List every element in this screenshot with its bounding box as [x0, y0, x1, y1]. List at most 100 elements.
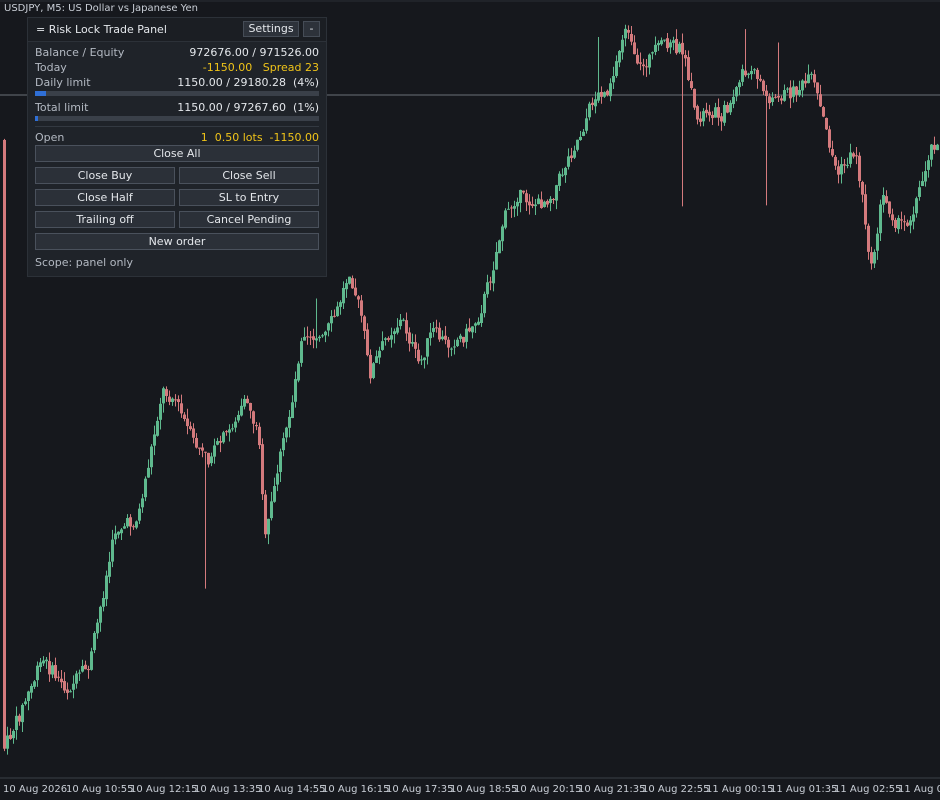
sl-to-entry-button[interactable]: SL to Entry — [179, 189, 319, 206]
daily-limit-progress — [35, 91, 319, 96]
candle-body — [858, 155, 861, 182]
candle-body — [69, 691, 72, 693]
time-label: 10 Aug 21:35 — [578, 784, 646, 795]
candle-body — [93, 632, 96, 651]
candle-body — [297, 363, 300, 381]
candle-body — [117, 531, 120, 535]
candle-body — [723, 104, 726, 123]
close-half-button[interactable]: Close Half — [35, 189, 175, 206]
scope-text: Scope: panel only — [35, 256, 133, 269]
candle-body — [75, 673, 78, 684]
candle-body — [528, 201, 531, 206]
candle-body — [159, 403, 162, 420]
time-label: 11 Aug 01:35 — [770, 784, 838, 795]
candle-body — [363, 316, 366, 331]
candle-body — [891, 214, 894, 221]
candle-body — [267, 518, 270, 535]
candle-body — [717, 107, 720, 118]
candle-body — [204, 451, 207, 453]
candle-body — [771, 97, 774, 102]
total-limit-row: Total limit 1150.00 / 97267.60 (1%) — [35, 101, 319, 115]
candle-body — [792, 86, 795, 97]
close-all-button[interactable]: Close All — [35, 145, 319, 162]
candle-body — [498, 240, 501, 254]
candle-body — [489, 281, 492, 283]
balance-row: Balance / Equity 972676.00 / 971526.00 — [35, 46, 319, 60]
candle-body — [777, 96, 780, 98]
close-buy-button[interactable]: Close Buy — [35, 167, 175, 184]
candle-body — [105, 575, 108, 600]
candle-body — [579, 136, 582, 141]
time-label: 10 Aug 22:55 — [642, 784, 710, 795]
candle-body — [120, 529, 123, 534]
time-label: 10 Aug 17:35 — [386, 784, 454, 795]
candle-body — [174, 399, 177, 401]
candle-body — [693, 88, 696, 108]
candle-body — [831, 149, 834, 156]
close-sell-button[interactable]: Close Sell — [179, 167, 319, 184]
candle-body — [867, 225, 870, 252]
candle-body — [765, 90, 768, 97]
candle-body — [864, 194, 867, 225]
candle-body — [657, 42, 660, 46]
balance-value: 972676.00 / 971526.00 — [189, 46, 319, 59]
candle-body — [525, 193, 528, 203]
candle-body — [453, 346, 456, 348]
total-limit-value: 1150.00 / 97267.60 (1%) — [177, 101, 319, 114]
candle-body — [405, 320, 408, 334]
candle-body — [510, 207, 513, 209]
candle-body — [153, 434, 156, 446]
candle-body — [102, 597, 105, 607]
candle-body — [177, 399, 180, 403]
candle-body — [912, 214, 915, 222]
candle-body — [645, 66, 648, 68]
candle-body — [456, 339, 459, 347]
candle-body — [522, 190, 525, 193]
candle-body — [624, 28, 627, 39]
candle-body — [420, 359, 423, 361]
candle-body — [459, 335, 462, 339]
total-limit-progress — [35, 116, 319, 121]
candle-body — [909, 220, 912, 226]
candle-body — [744, 70, 747, 76]
open-row: Open 1 0.50 lots -1150.00 — [35, 131, 319, 145]
candle-body — [849, 152, 852, 164]
candle-body — [237, 414, 240, 421]
candle-body — [786, 88, 789, 90]
candle-body — [900, 219, 903, 221]
minimize-button[interactable]: - — [303, 21, 320, 37]
time-label: 10 Aug 16:15 — [322, 784, 390, 795]
candle-body — [801, 80, 804, 91]
settings-button[interactable]: Settings — [243, 21, 299, 37]
candle-body — [876, 233, 879, 251]
candle-body — [33, 681, 36, 687]
trailing-button[interactable]: Trailing off — [35, 211, 175, 228]
candle-body — [384, 338, 387, 340]
candle-body — [660, 40, 663, 45]
candle-body — [114, 533, 117, 540]
candle-body — [81, 665, 84, 672]
cancel-pending-button[interactable]: Cancel Pending — [179, 211, 319, 228]
candle-body — [294, 379, 297, 402]
panel-header[interactable]: = Risk Lock Trade Panel Settings - — [28, 18, 326, 42]
time-label: 10 Aug 18:55 — [450, 784, 518, 795]
candle-body — [342, 287, 345, 304]
candle-body — [639, 62, 642, 64]
candle-body — [135, 521, 138, 528]
candle-body — [873, 251, 876, 264]
candle-body — [57, 676, 60, 678]
candle-body — [549, 198, 552, 204]
candle-body — [90, 651, 93, 670]
candle-body — [477, 321, 480, 325]
candle-body — [216, 441, 219, 445]
candle-body — [597, 92, 600, 101]
time-label: 10 Aug 13:35 — [194, 784, 262, 795]
risk-lock-panel: = Risk Lock Trade Panel Settings - Balan… — [27, 17, 327, 277]
candle-body — [558, 173, 561, 186]
candle-body — [741, 69, 744, 82]
new-order-button[interactable]: New order — [35, 233, 319, 250]
daily-limit-label: Daily limit — [35, 76, 91, 89]
candle-body — [672, 40, 675, 43]
candle-body — [333, 315, 336, 317]
candle-body — [720, 116, 723, 122]
